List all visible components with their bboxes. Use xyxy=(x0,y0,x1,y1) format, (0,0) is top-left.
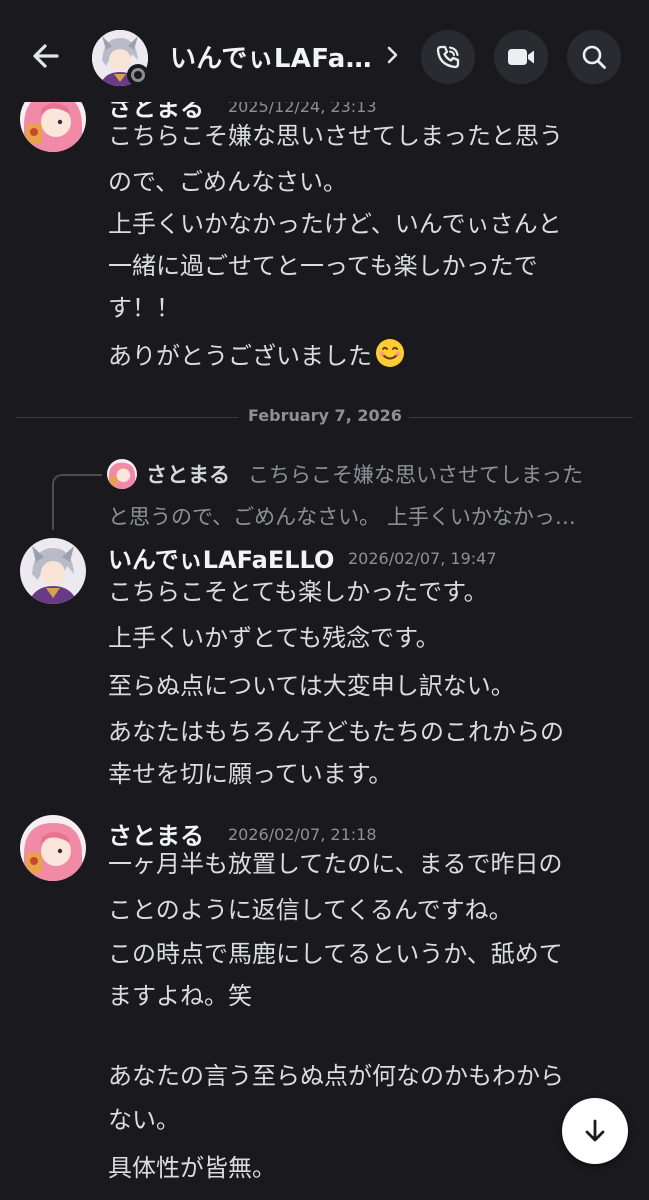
reply-avatar[interactable] xyxy=(107,459,137,489)
reply-preview-line[interactable]: こちらこそ嫌な思いさせてしまった xyxy=(248,459,583,489)
message-line: この時点で馬鹿にしてるというか、舐めて xyxy=(108,940,563,968)
reply-author[interactable]: さとまる xyxy=(146,459,230,489)
back-button[interactable] xyxy=(26,36,66,76)
channel-title[interactable]: いんでぃLAFa… xyxy=(170,38,372,75)
smiling-face-emoji xyxy=(376,339,404,367)
reply-connector xyxy=(52,474,102,530)
avatar-satomaru[interactable] xyxy=(20,815,86,881)
chat-header: いんでぃLAFa… xyxy=(0,0,649,102)
message-line-with-emoji: ありがとうございました xyxy=(108,334,406,378)
divider-line-right xyxy=(409,417,633,418)
voice-call-icon xyxy=(436,45,460,69)
arrow-down-icon xyxy=(585,1119,605,1142)
message-line: ありがとうございました xyxy=(108,342,372,370)
search-icon xyxy=(582,45,606,69)
divider-line-left xyxy=(16,417,238,418)
search-button[interactable] xyxy=(567,30,621,84)
message-line: あなたの言う至らぬ点が何なのかもわから xyxy=(108,1062,564,1090)
scroll-to-bottom-button[interactable] xyxy=(562,1098,628,1164)
date-divider: February 7, 2026 xyxy=(248,406,402,425)
video-call-icon xyxy=(508,49,534,65)
message-line: ますよね。笑 xyxy=(108,982,252,1010)
message-line: こちらこそとても楽しかったです。 xyxy=(108,578,488,606)
message-line: す！！ xyxy=(108,294,180,322)
message-line: ことのように返信してくるんですね。 xyxy=(108,896,513,924)
avatar-indy[interactable] xyxy=(20,538,86,604)
message-line: 一ヶ月半も放置してたのに、まるで昨日の xyxy=(108,850,563,878)
voice-call-button[interactable] xyxy=(421,30,475,84)
video-call-button[interactable] xyxy=(494,30,548,84)
message-line: ない。 xyxy=(108,1106,180,1134)
message-line: ので、ごめんなさい。 xyxy=(108,168,348,196)
message-line: 上手くいかなかったけど、いんでぃさんと xyxy=(108,210,562,238)
status-indicator xyxy=(127,64,149,86)
reply-preview-line[interactable]: と思うので、ごめんなさい。 上手くいかなかっ… xyxy=(108,501,576,531)
message-line: こちらこそ嫌な思いさせてしまったと思う xyxy=(108,122,564,150)
message-line: 幸せを切に願っています。 xyxy=(108,760,393,788)
chevron-right-icon[interactable] xyxy=(385,44,401,66)
message-line: 上手くいかずとても残念です。 xyxy=(108,624,440,652)
message-timestamp: 2026/02/07, 19:47 xyxy=(348,549,497,568)
message-line: 一緒に過ごせてと一っても楽しかったで xyxy=(108,252,538,280)
back-arrow-icon xyxy=(33,44,59,68)
message-line: あなたはもちろん子どもたちのこれからの xyxy=(108,718,564,746)
message-line: 至らぬ点については大変申し訳ない。 xyxy=(108,672,515,700)
message-line: 具体性が皆無。 xyxy=(108,1154,276,1182)
